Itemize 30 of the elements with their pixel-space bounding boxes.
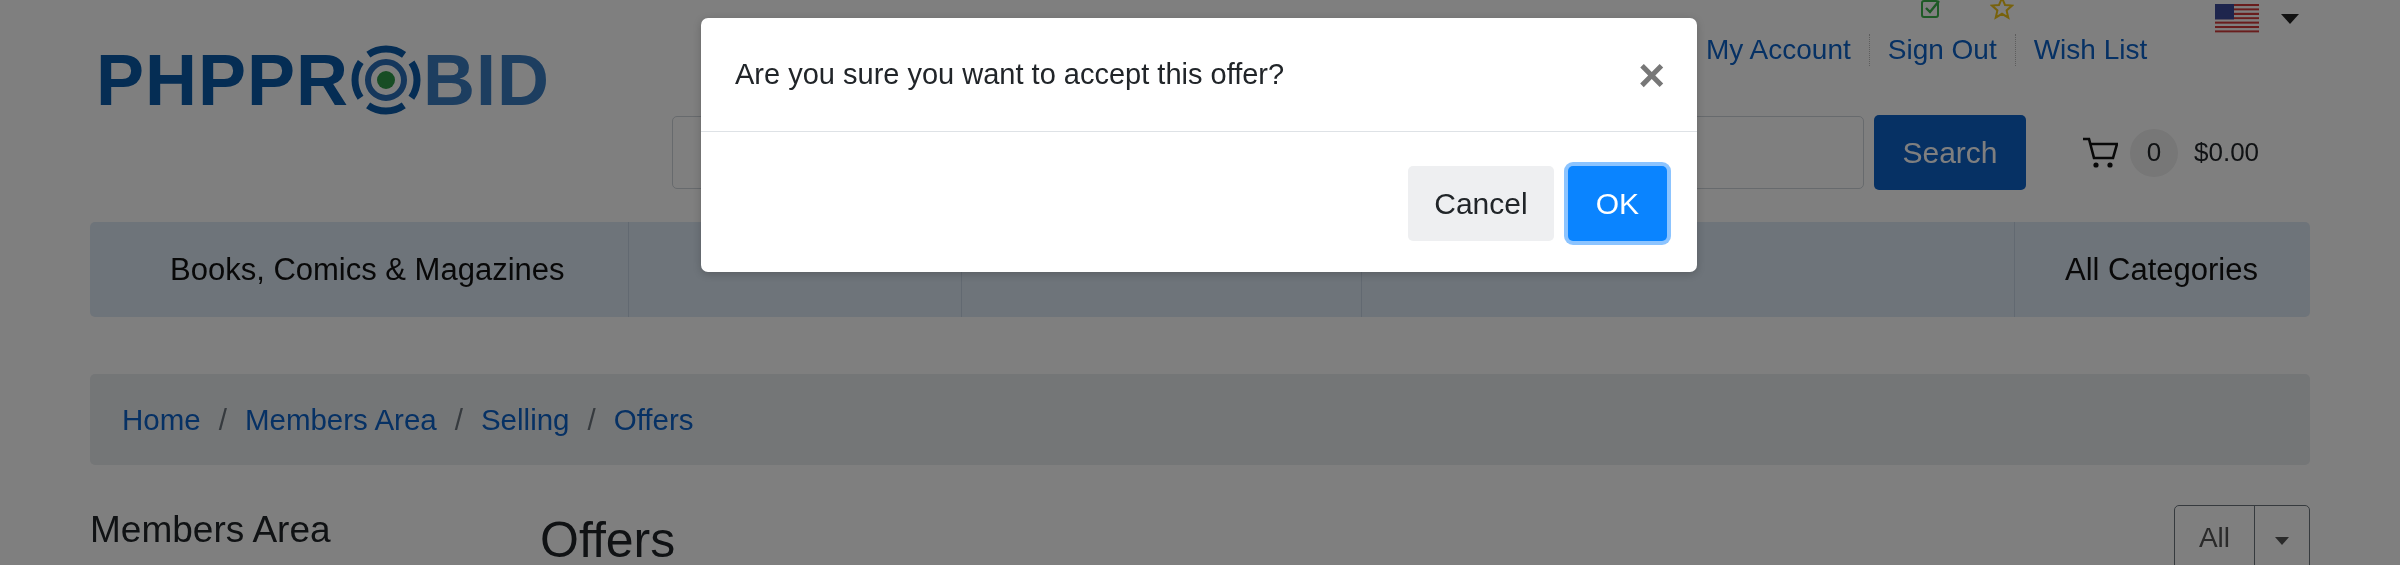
category-link[interactable]: All Categories [2014, 222, 2310, 317]
cart-count: 0 [2130, 128, 2178, 177]
cart-total: $0.00 [2194, 137, 2260, 168]
account-link[interactable]: Wish List [2015, 34, 2166, 66]
logo-text: BID [423, 39, 551, 121]
category-link[interactable]: Books, Comics & Magazines [90, 222, 629, 317]
breadcrumb-separator: / [218, 402, 227, 437]
star-icon [1990, 0, 2014, 20]
verified-check-icon [1920, 0, 1942, 19]
caret-icon[interactable] [2281, 14, 2300, 24]
breadcrumb-link[interactable]: Members Area [244, 402, 437, 437]
account-link[interactable]: Sign Out [1869, 34, 2016, 66]
cancel-button[interactable]: Cancel [1408, 166, 1554, 241]
flag-icon[interactable] [2215, 4, 2260, 34]
target-icon [351, 45, 422, 115]
cart-icon[interactable] [2082, 135, 2118, 170]
breadcrumb-link[interactable]: Home [122, 402, 201, 437]
filter-dropdown[interactable]: All [2173, 505, 2310, 565]
sidebar-title: Members Area [90, 509, 332, 551]
account-link[interactable]: My Account [1706, 34, 1870, 66]
breadcrumb-separator: / [587, 402, 596, 437]
dialog-message: Are you sure you want to accept this offer? [735, 58, 1285, 91]
search-button[interactable]: Search [1874, 115, 2026, 190]
breadcrumb-link[interactable]: Offers [613, 402, 694, 437]
breadcrumb-separator: / [454, 402, 463, 437]
breadcrumb-link[interactable]: Selling [480, 402, 570, 437]
close-button[interactable]: × [1634, 51, 1669, 98]
caret-icon[interactable] [2275, 537, 2289, 545]
logo-text: PHPPR [96, 39, 350, 121]
page-title: Offers [540, 511, 676, 565]
